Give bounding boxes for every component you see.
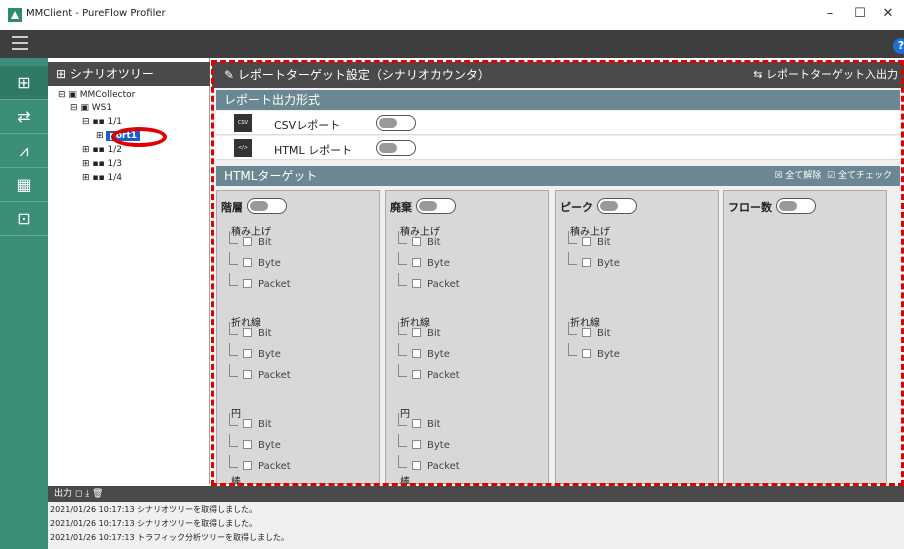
scenario-tree-header: ⊞ シナリオツリー — [48, 62, 210, 86]
title-bar: MMClient - PureFlow Profiler – ☐ ✕ — [0, 0, 904, 30]
window-title: MMClient - PureFlow Profiler — [26, 8, 166, 19]
output-header: 出力 ◻ ⤓ 🗑 — [48, 486, 904, 502]
tree-node-1-2[interactable]: ⊞ ▪▪ 1/2 — [82, 144, 122, 156]
scenario-tree-panel — [48, 58, 210, 484]
minimize-button[interactable]: – — [820, 6, 840, 21]
left-nav-sidebar: ⊞ ⇄ ⩘ ▦ ⊡ — [0, 58, 48, 549]
tree-node-ws1[interactable]: ⊟ ▣ WS1 — [70, 102, 112, 114]
close-button[interactable]: ✕ — [878, 6, 898, 21]
hamburger-menu-icon[interactable] — [12, 36, 28, 50]
log-line: 2021/01/26 10:17:13 トラフィック分析ツリーを取得しました。 — [50, 533, 289, 542]
app-logo-icon — [8, 8, 22, 22]
tree-node-1-1[interactable]: ⊟ ▪▪ 1/1 — [82, 116, 122, 128]
tree-node-1-3[interactable]: ⊞ ▪▪ 1/3 — [82, 158, 122, 170]
report-icon[interactable]: ▦ — [0, 168, 48, 202]
traffic-icon[interactable]: ⇄ — [0, 100, 48, 134]
log-line: 2021/01/26 10:17:13 シナリオツリーを取得しました。 — [50, 519, 258, 528]
grid-icon[interactable]: ⊡ — [0, 202, 48, 236]
tree-node-1-4[interactable]: ⊞ ▪▪ 1/4 — [82, 172, 122, 184]
log-line: 2021/01/26 10:17:13 シナリオツリーを取得しました。 — [50, 505, 258, 514]
help-icon[interactable]: ? — [893, 38, 904, 54]
highlight-dashed-frame — [211, 60, 904, 486]
scenario-tree-icon[interactable]: ⊞ — [0, 66, 48, 100]
maximize-button[interactable]: ☐ — [850, 6, 870, 21]
highlight-oval — [111, 127, 167, 147]
chart-icon[interactable]: ⩘ — [0, 134, 48, 168]
top-toolbar — [0, 30, 904, 58]
tree-node-collector[interactable]: ⊟ ▣ MMCollector — [58, 89, 135, 101]
